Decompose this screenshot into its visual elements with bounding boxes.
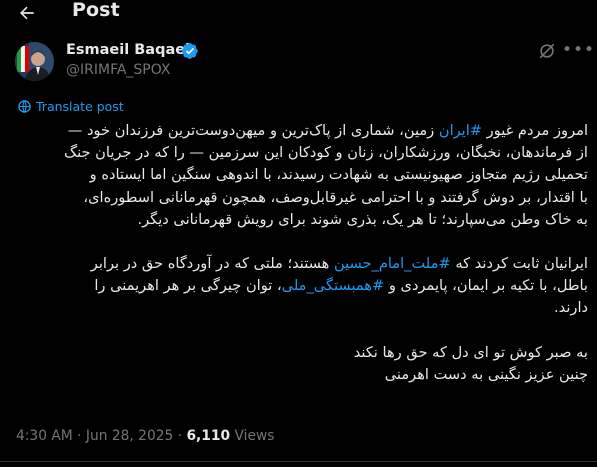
hashtag-link[interactable]: #همبستگی_ملی (282, 277, 385, 294)
post-text: امروز مردم غیور #ایران زمین، شماری از پا… (14, 120, 588, 386)
post-text-segment: از فرماندهان، نخبگان، ورزشکاران، زنان و … (64, 144, 588, 162)
post-line: به خاک وطن می‌سپارند؛ تا هر یک، بذری شون… (14, 209, 588, 231)
post-meta: 4:30 AM · Jun 28, 2025 · 6,110 Views (16, 428, 274, 444)
meta-separator: · (77, 428, 86, 444)
post-line: تحمیلی رژیم متجاوز صهیونیستی به شهادت رس… (14, 164, 588, 186)
post-text-segment: چنین عزیز نگینی به دست اهرمنی (384, 365, 588, 383)
post-line: امروز مردم غیور #ایران زمین، شماری از پا… (14, 120, 588, 142)
author-handle[interactable]: @IRIMFA_SPOX (66, 62, 170, 78)
more-options-icon[interactable]: ••• (562, 41, 594, 61)
top-bar: Post (0, 0, 597, 26)
back-arrow-icon[interactable] (16, 3, 38, 23)
post-text-segment: ، توان چیرگی بر هر اهریمنی را (94, 277, 282, 295)
post-text-segment: هستند؛ ملتی که در آوردگاه حق در برابر (90, 255, 334, 273)
post-text-segment: زمین، شماری از پاک‌ترین و میهن‌دوست‌ترین… (67, 122, 439, 139)
post-line: به صبر کوش تو ای دل که حق رها نکند (14, 342, 588, 364)
verified-badge-icon (181, 43, 198, 59)
post-line: ایرانیان ثابت کردند که #ملت_امام_حسین هس… (14, 253, 588, 275)
post-text-segment: باطل، با تکیه بر ایمان، پایمردی و (384, 277, 588, 295)
translate-icon (18, 99, 31, 113)
page-title: Post (72, 0, 120, 21)
hashtag-link[interactable]: #ایران (439, 122, 482, 139)
avatar-photo-icon (15, 42, 54, 81)
post-text-segment: به خاک وطن می‌سپارند؛ تا هر یک، بذری شون… (137, 210, 588, 228)
post-text-segment: امروز مردم غیور (482, 122, 588, 139)
post-line: باطل، با تکیه بر ایمان، پایمردی و #همبست… (14, 275, 588, 297)
post-text-segment: با اقتدار، بر دوش گرفتند و با احترامی غی… (83, 188, 588, 206)
post-date[interactable]: Jun 28, 2025 (86, 428, 173, 444)
author-name[interactable]: Esmaeil Baqaei (66, 42, 190, 58)
post-time[interactable]: 4:30 AM (16, 428, 73, 444)
views-label: Views (234, 428, 275, 444)
translate-post-link[interactable]: Translate post (18, 98, 124, 114)
post-text-segment: تحمیلی رژیم متجاوز صهیونیستی به شهادت رس… (89, 166, 588, 184)
post-line: با اقتدار، بر دوش گرفتند و با احترامی غی… (14, 187, 588, 209)
post-text-segment: ایرانیان ثابت کردند که (450, 255, 588, 273)
post-line: چنین عزیز نگینی به دست اهرمنی (14, 364, 588, 386)
views-count: 6,110 (186, 428, 231, 444)
post-text-segment: به صبر کوش تو ای دل که حق رها نکند (353, 343, 588, 361)
grok-icon[interactable] (538, 42, 556, 60)
hashtag-link[interactable]: #ملت_امام_حسین (334, 255, 451, 272)
translate-label: Translate post (36, 98, 124, 114)
post-line: از فرماندهان، نخبگان، ورزشکاران، زنان و … (14, 142, 588, 164)
post-line: دارند. (14, 297, 588, 319)
divider (0, 461, 597, 462)
post-text-segment: دارند. (554, 299, 588, 317)
avatar[interactable] (15, 42, 54, 81)
